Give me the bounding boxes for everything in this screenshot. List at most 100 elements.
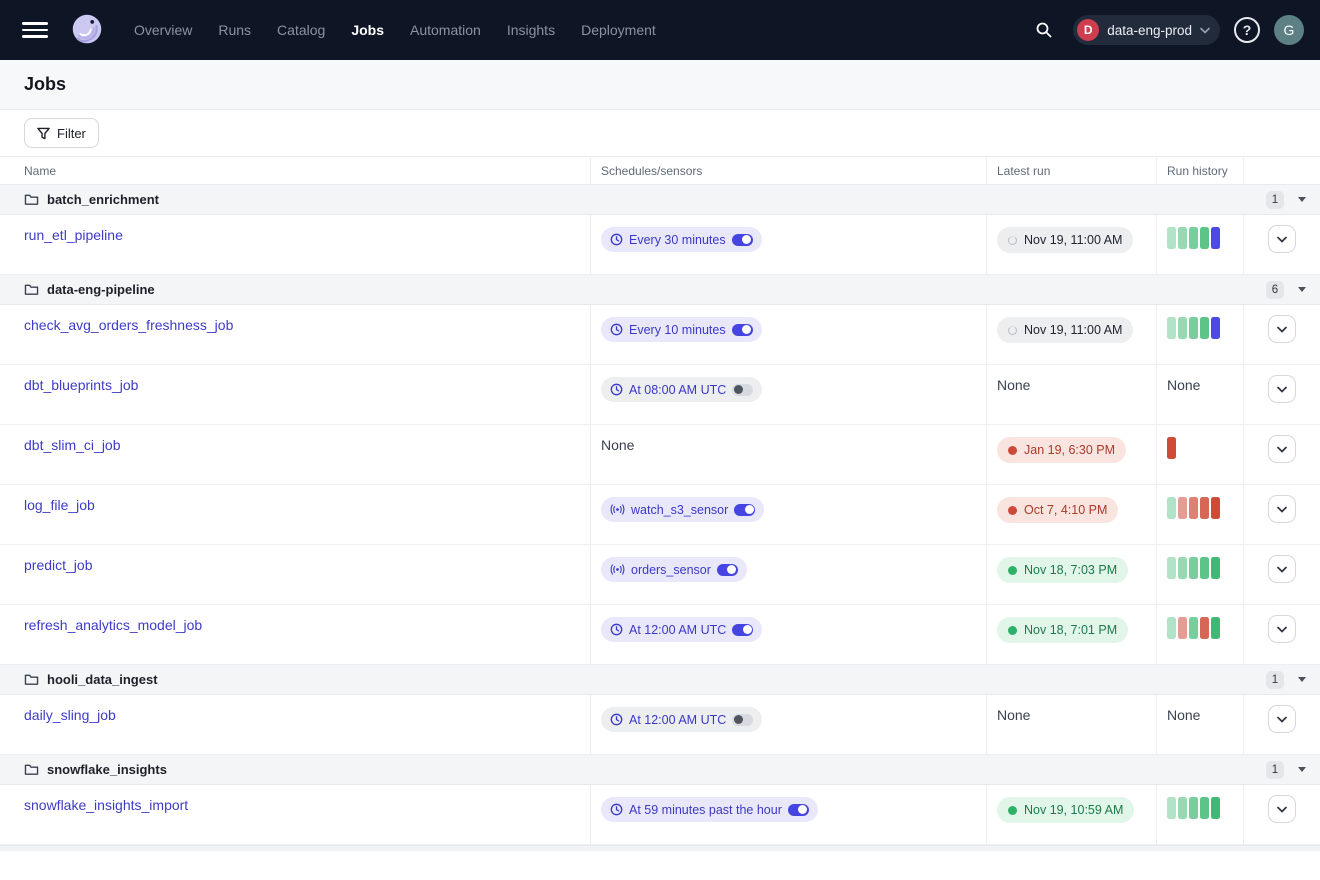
run-history-bars[interactable] [1167,227,1220,249]
table-row: predict_job orders_sensor Nov 18, 7:03 P… [0,545,1320,605]
group-row[interactable]: batch_enrichment 1 [0,185,1320,215]
page-header: Jobs [0,60,1320,110]
collapse-caret-icon[interactable] [1298,767,1306,772]
run-history-bars[interactable] [1167,617,1220,639]
sensor-chip[interactable]: watch_s3_sensor [601,497,764,522]
table-row: run_etl_pipeline Every 30 minutes Nov 19… [0,215,1320,275]
schedule-chip[interactable]: At 12:00 AM UTC [601,707,762,732]
nav-item-insights[interactable]: Insights [507,22,555,38]
latest-run-chip[interactable]: Oct 7, 4:10 PM [997,497,1118,523]
schedule-toggle[interactable] [732,624,753,636]
job-link[interactable]: log_file_job [24,497,95,513]
latest-run-chip[interactable]: Nov 19, 11:00 AM [997,317,1133,343]
latest-run-none: None [997,377,1030,393]
expand-row-button[interactable] [1268,375,1296,403]
table-row: dbt_blueprints_job At 08:00 AM UTC None … [0,365,1320,425]
run-history-none: None [1167,377,1200,393]
sensor-toggle[interactable] [717,564,738,576]
schedule-toggle[interactable] [732,324,753,336]
job-link[interactable]: predict_job [24,557,93,573]
clock-icon [610,713,623,726]
group-count-badge: 1 [1266,191,1284,209]
job-link[interactable]: snowflake_insights_import [24,797,188,813]
expand-row-button[interactable] [1268,615,1296,643]
latest-run-chip[interactable]: Nov 19, 11:00 AM [997,227,1133,253]
table-footer-divider [0,845,1320,851]
clock-icon [610,383,623,396]
primary-nav: Overview Runs Catalog Jobs Automation In… [134,22,656,38]
expand-row-button[interactable] [1268,315,1296,343]
latest-run-chip[interactable]: Nov 18, 7:03 PM [997,557,1128,583]
run-success-icon [1008,566,1017,575]
table-row: dbt_slim_ci_job None Jan 19, 6:30 PM [0,425,1320,485]
search-icon[interactable] [1029,15,1059,45]
sensor-icon [610,564,625,575]
run-history-bars[interactable] [1167,497,1220,519]
chevron-down-icon [1277,506,1287,513]
job-link[interactable]: check_avg_orders_freshness_job [24,317,233,333]
schedule-chip[interactable]: At 08:00 AM UTC [601,377,762,402]
nav-item-catalog[interactable]: Catalog [277,22,325,38]
run-history-bars[interactable] [1167,797,1220,819]
schedule-chip[interactable]: Every 10 minutes [601,317,762,342]
funnel-icon [37,127,50,140]
table-row: check_avg_orders_freshness_job Every 10 … [0,305,1320,365]
deployment-switcher[interactable]: D data-eng-prod [1073,15,1220,45]
nav-item-jobs[interactable]: Jobs [351,22,384,38]
collapse-caret-icon[interactable] [1298,197,1306,202]
group-count-badge: 6 [1266,281,1284,299]
expand-row-button[interactable] [1268,795,1296,823]
job-link[interactable]: run_etl_pipeline [24,227,123,243]
collapse-caret-icon[interactable] [1298,287,1306,292]
group-name: snowflake_insights [47,762,167,777]
expand-row-button[interactable] [1268,495,1296,523]
latest-run-chip[interactable]: Jan 19, 6:30 PM [997,437,1126,463]
group-name: hooli_data_ingest [47,672,158,687]
group-row[interactable]: data-eng-pipeline 6 [0,275,1320,305]
nav-item-overview[interactable]: Overview [134,22,192,38]
chevron-down-icon [1277,626,1287,633]
folder-icon [24,193,39,206]
nav-item-deployment[interactable]: Deployment [581,22,656,38]
sensor-toggle[interactable] [734,504,755,516]
nav-item-automation[interactable]: Automation [410,22,481,38]
schedule-chip[interactable]: Every 30 minutes [601,227,762,252]
collapse-caret-icon[interactable] [1298,677,1306,682]
expand-row-button[interactable] [1268,435,1296,463]
job-link[interactable]: daily_sling_job [24,707,116,723]
sensor-chip[interactable]: orders_sensor [601,557,747,582]
expand-row-button[interactable] [1268,555,1296,583]
menu-icon[interactable] [22,17,48,43]
expand-row-button[interactable] [1268,225,1296,253]
schedule-toggle[interactable] [732,234,753,246]
top-nav: Overview Runs Catalog Jobs Automation In… [0,0,1320,60]
latest-run-chip[interactable]: Nov 18, 7:01 PM [997,617,1128,643]
schedule-toggle[interactable] [732,384,753,396]
expand-row-button[interactable] [1268,705,1296,733]
schedule-toggle[interactable] [788,804,809,816]
run-failure-icon [1008,506,1017,515]
schedule-toggle[interactable] [732,714,753,726]
deployment-name: data-eng-prod [1107,23,1192,38]
job-link[interactable]: dbt_slim_ci_job [24,437,121,453]
chevron-down-icon [1277,326,1287,333]
run-history-bars[interactable] [1167,437,1176,459]
run-history-bars[interactable] [1167,317,1220,339]
schedule-chip[interactable]: At 12:00 AM UTC [601,617,762,642]
dagster-logo-icon[interactable] [68,11,106,49]
group-row[interactable]: snowflake_insights 1 [0,755,1320,785]
run-failure-icon [1008,446,1017,455]
job-link[interactable]: dbt_blueprints_job [24,377,138,393]
job-link[interactable]: refresh_analytics_model_job [24,617,202,633]
schedule-chip[interactable]: At 59 minutes past the hour [601,797,818,822]
column-header-latest-run: Latest run [986,157,1156,184]
run-history-bars[interactable] [1167,557,1220,579]
folder-icon [24,673,39,686]
help-icon[interactable]: ? [1234,17,1260,43]
avatar[interactable]: G [1274,15,1304,45]
filter-button[interactable]: Filter [24,118,99,148]
latest-run-chip[interactable]: Nov 19, 10:59 AM [997,797,1134,823]
group-row[interactable]: hooli_data_ingest 1 [0,665,1320,695]
chevron-down-icon [1277,566,1287,573]
nav-item-runs[interactable]: Runs [218,22,251,38]
